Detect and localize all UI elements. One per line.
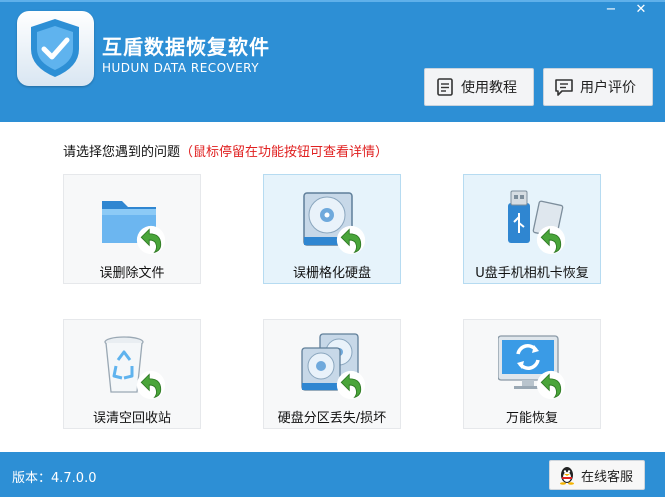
app-title: 互盾数据恢复软件: [102, 35, 270, 59]
online-service-button[interactable]: 在线客服: [549, 460, 645, 490]
title-bar: 互盾数据恢复软件 HUDUN DATA RECOVERY − ✕ 使用教程 用户…: [0, 0, 665, 122]
card-usb-camera-card[interactable]: U盘手机相机卡恢复: [463, 174, 601, 284]
card-label: 误清空回收站: [92, 411, 171, 426]
version-text: 版本：4.7.0.0: [12, 471, 97, 486]
close-button[interactable]: ✕: [630, 2, 652, 18]
instruction-text: 请选择您遇到的问题（鼠标停留在功能按钮可查看详情）: [63, 141, 388, 160]
tutorial-button[interactable]: 使用教程: [424, 68, 534, 106]
minimize-button[interactable]: −: [600, 2, 622, 18]
app-subtitle: HUDUN DATA RECOVERY: [102, 61, 260, 75]
partition-restore-icon: [301, 333, 366, 400]
card-label: 误删除文件: [99, 266, 165, 281]
qq-penguin-icon: [560, 467, 574, 485]
recycle-bin-restore-icon: [104, 336, 166, 400]
comment-icon: [555, 79, 573, 96]
tutorial-button-label: 使用教程: [461, 80, 517, 96]
card-label: U盘手机相机卡恢复: [475, 266, 589, 281]
status-bar: 版本：4.7.0.0 在线客服: [0, 452, 665, 497]
card-label: 万能恢复: [505, 411, 558, 426]
shield-icon: [31, 19, 79, 77]
card-label: 误栅格化硬盘: [292, 266, 371, 281]
usb-card-restore-icon: [508, 190, 566, 255]
online-service-label: 在线客服: [581, 469, 634, 485]
card-universal-recovery[interactable]: 万能恢复: [463, 319, 601, 429]
title-bar-highlight: [0, 0, 665, 2]
document-icon: [437, 78, 453, 96]
card-formatted-disk[interactable]: 误栅格化硬盘: [263, 174, 401, 284]
instruction-prompt: 请选择您遇到的问题: [63, 145, 181, 160]
disk-restore-icon: [303, 192, 366, 255]
user-review-button[interactable]: 用户评价: [543, 68, 653, 106]
card-label: 硬盘分区丢失/损坏: [277, 411, 387, 426]
folder-restore-icon: [102, 201, 166, 255]
card-partition-lost[interactable]: 硬盘分区丢失/损坏: [263, 319, 401, 429]
app-logo: [17, 11, 94, 86]
card-deleted-files[interactable]: 误删除文件: [63, 174, 201, 284]
monitor-restore-icon: [498, 335, 566, 400]
card-recycle-bin[interactable]: 误清空回收站: [63, 319, 201, 429]
user-review-button-label: 用户评价: [580, 80, 636, 96]
instruction-hint: （鼠标停留在功能按钮可查看详情）: [180, 145, 389, 160]
